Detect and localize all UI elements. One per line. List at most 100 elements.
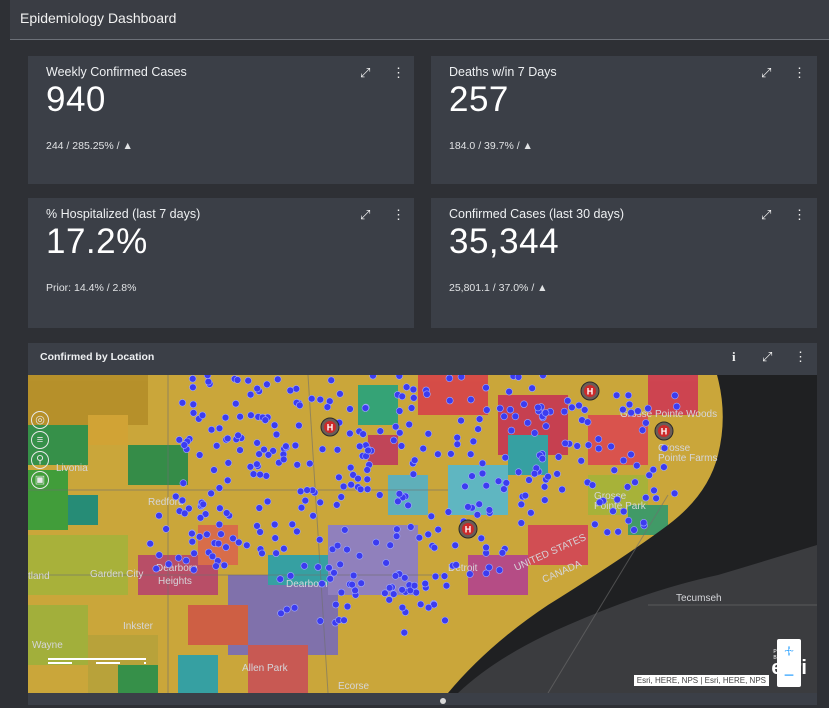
case-point	[453, 440, 461, 449]
case-point	[541, 496, 549, 504]
case-point	[427, 512, 435, 521]
case-point	[424, 430, 432, 438]
case-point	[280, 455, 288, 464]
card-subtext: 244 / 285.25% / ▲	[46, 140, 133, 152]
case-point	[256, 470, 264, 479]
case-point	[189, 400, 198, 409]
case-point	[634, 407, 642, 415]
case-point	[363, 466, 371, 474]
layers-icon[interactable]: ≡	[31, 431, 49, 449]
case-point	[207, 489, 215, 498]
case-point	[296, 401, 304, 409]
expand-icon[interactable]: ⤢	[761, 207, 771, 223]
case-point	[188, 529, 196, 538]
case-point	[588, 481, 597, 489]
more-menu-icon[interactable]: ⋮	[793, 207, 806, 223]
case-point	[633, 461, 641, 470]
case-point	[558, 485, 566, 494]
case-point	[180, 441, 189, 449]
case-point	[296, 487, 305, 496]
map-canvas[interactable]: Livonia Redford Dearborn Heights Dearbor…	[28, 375, 817, 693]
case-point	[401, 574, 409, 582]
case-point	[431, 572, 440, 581]
case-point	[630, 526, 638, 534]
case-point	[316, 617, 324, 625]
case-point	[642, 493, 650, 502]
case-point	[359, 430, 367, 438]
more-menu-icon[interactable]: ⋮	[794, 349, 807, 365]
label-grosse-pointe-farms-2: Pointe Farms	[658, 453, 717, 464]
case-point	[660, 444, 669, 452]
map-view[interactable]: Livonia Redford Dearborn Heights Dearbor…	[28, 375, 817, 693]
case-point	[502, 479, 510, 487]
case-point	[221, 413, 230, 422]
case-point	[395, 375, 403, 380]
case-point	[348, 580, 356, 589]
case-point	[528, 384, 536, 392]
case-point	[538, 454, 547, 463]
case-point	[409, 470, 418, 478]
case-point	[213, 442, 221, 450]
case-point	[234, 431, 242, 440]
case-point	[610, 466, 618, 474]
case-point	[224, 459, 233, 467]
expand-icon[interactable]: ⤢	[360, 65, 370, 81]
basemap-icon[interactable]: ▣	[31, 471, 49, 489]
case-point	[434, 450, 442, 458]
case-point	[521, 491, 529, 500]
case-point	[204, 377, 213, 386]
case-point	[584, 441, 593, 449]
case-point	[461, 482, 469, 491]
case-point	[642, 419, 650, 427]
case-point	[478, 469, 487, 478]
case-point	[644, 404, 652, 413]
case-point	[434, 525, 442, 534]
case-point	[155, 551, 163, 559]
case-point	[270, 421, 279, 429]
case-point	[330, 569, 338, 577]
case-point	[496, 404, 504, 413]
map-attribution[interactable]: Esri, HERE, NPS | Esri, HERE, NPS	[633, 675, 769, 686]
case-point	[609, 507, 617, 515]
card-weekly-confirmed: Weekly Confirmed Cases 940 244 / 285.25%…	[28, 56, 414, 184]
case-point	[395, 407, 404, 415]
search-icon[interactable]: ⚲	[31, 451, 49, 469]
card-value: 35,344	[449, 222, 560, 261]
case-point	[612, 391, 621, 399]
case-point	[314, 563, 322, 571]
expand-icon[interactable]: ⤢	[762, 349, 772, 365]
expand-icon[interactable]: ⤢	[360, 207, 370, 223]
case-point	[553, 470, 561, 478]
case-point	[207, 425, 216, 434]
case-point	[554, 453, 563, 461]
compass-icon[interactable]: ◎	[31, 411, 49, 429]
case-point	[332, 600, 340, 609]
more-menu-icon[interactable]: ⋮	[793, 65, 806, 81]
expand-icon[interactable]: ⤢	[761, 65, 771, 81]
case-point	[361, 404, 370, 412]
case-point	[333, 501, 341, 509]
case-point	[394, 497, 402, 506]
page-indicator-dot[interactable]	[440, 698, 446, 704]
case-point	[452, 561, 460, 569]
case-point	[423, 390, 431, 398]
case-point	[397, 442, 406, 450]
esri-logo: POWERED BY esri	[771, 649, 807, 680]
card-title: Weekly Confirmed Cases	[46, 65, 187, 79]
case-point	[467, 450, 475, 458]
case-point	[343, 545, 351, 554]
hospital-marker: H	[320, 417, 340, 437]
case-point	[485, 506, 494, 514]
case-point	[325, 564, 333, 572]
case-point	[199, 500, 207, 509]
info-icon[interactable]: i	[732, 349, 736, 365]
more-menu-icon[interactable]: ⋮	[392, 207, 405, 223]
case-point	[409, 385, 418, 394]
case-point	[603, 528, 611, 536]
case-point	[189, 409, 198, 417]
case-point	[243, 541, 251, 550]
case-point	[672, 402, 681, 411]
more-menu-icon[interactable]: ⋮	[392, 65, 405, 81]
case-point	[594, 435, 603, 443]
case-point	[246, 463, 255, 471]
